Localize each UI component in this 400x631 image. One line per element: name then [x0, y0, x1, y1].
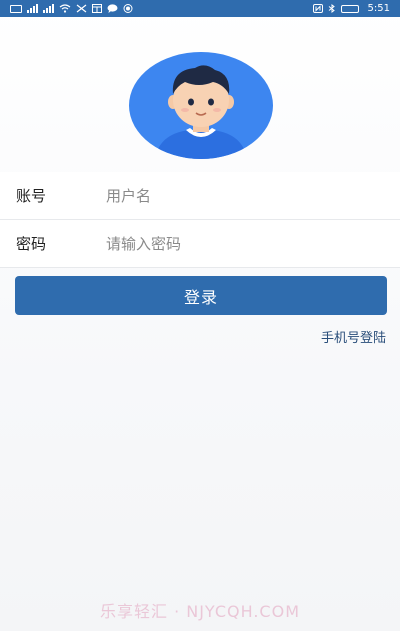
signal-icon [27, 4, 38, 13]
status-left [10, 4, 133, 13]
watermark: 乐享轻汇 · NJYCQH.COM [99, 602, 301, 621]
account-row: 账号 [0, 172, 400, 220]
password-row: 密码 [0, 220, 400, 268]
password-label: 密码 [16, 235, 47, 253]
calendar-icon [92, 4, 102, 13]
sim-card-icon [10, 4, 22, 13]
status-right: 5:51 [312, 3, 390, 14]
username-input[interactable] [90, 186, 400, 205]
nfc-icon [312, 4, 323, 13]
battery-icon [340, 4, 359, 13]
password-input[interactable] [90, 234, 400, 253]
tools-icon [76, 4, 87, 13]
status-time: 5:51 [367, 3, 390, 14]
login-form: 账号 密码 [0, 172, 400, 268]
status-bar: 5:51 [0, 0, 400, 17]
phone-login-link[interactable]: 手机号登陆 [321, 327, 386, 346]
login-button[interactable]: 登录 [15, 276, 387, 315]
account-label: 账号 [16, 187, 47, 205]
chat-bubble-icon [107, 4, 118, 13]
avatar [129, 52, 273, 159]
wifi-icon [59, 4, 71, 13]
login-screen: 5:51 账号 用户名 密码 登录 手机号登陆 乐享轻汇 · NJYCQH.CO… [0, 0, 400, 631]
bluetooth-icon [328, 4, 335, 13]
record-icon [123, 4, 133, 13]
signal-icon-2 [43, 4, 54, 13]
user-avatar-icon [129, 52, 273, 159]
